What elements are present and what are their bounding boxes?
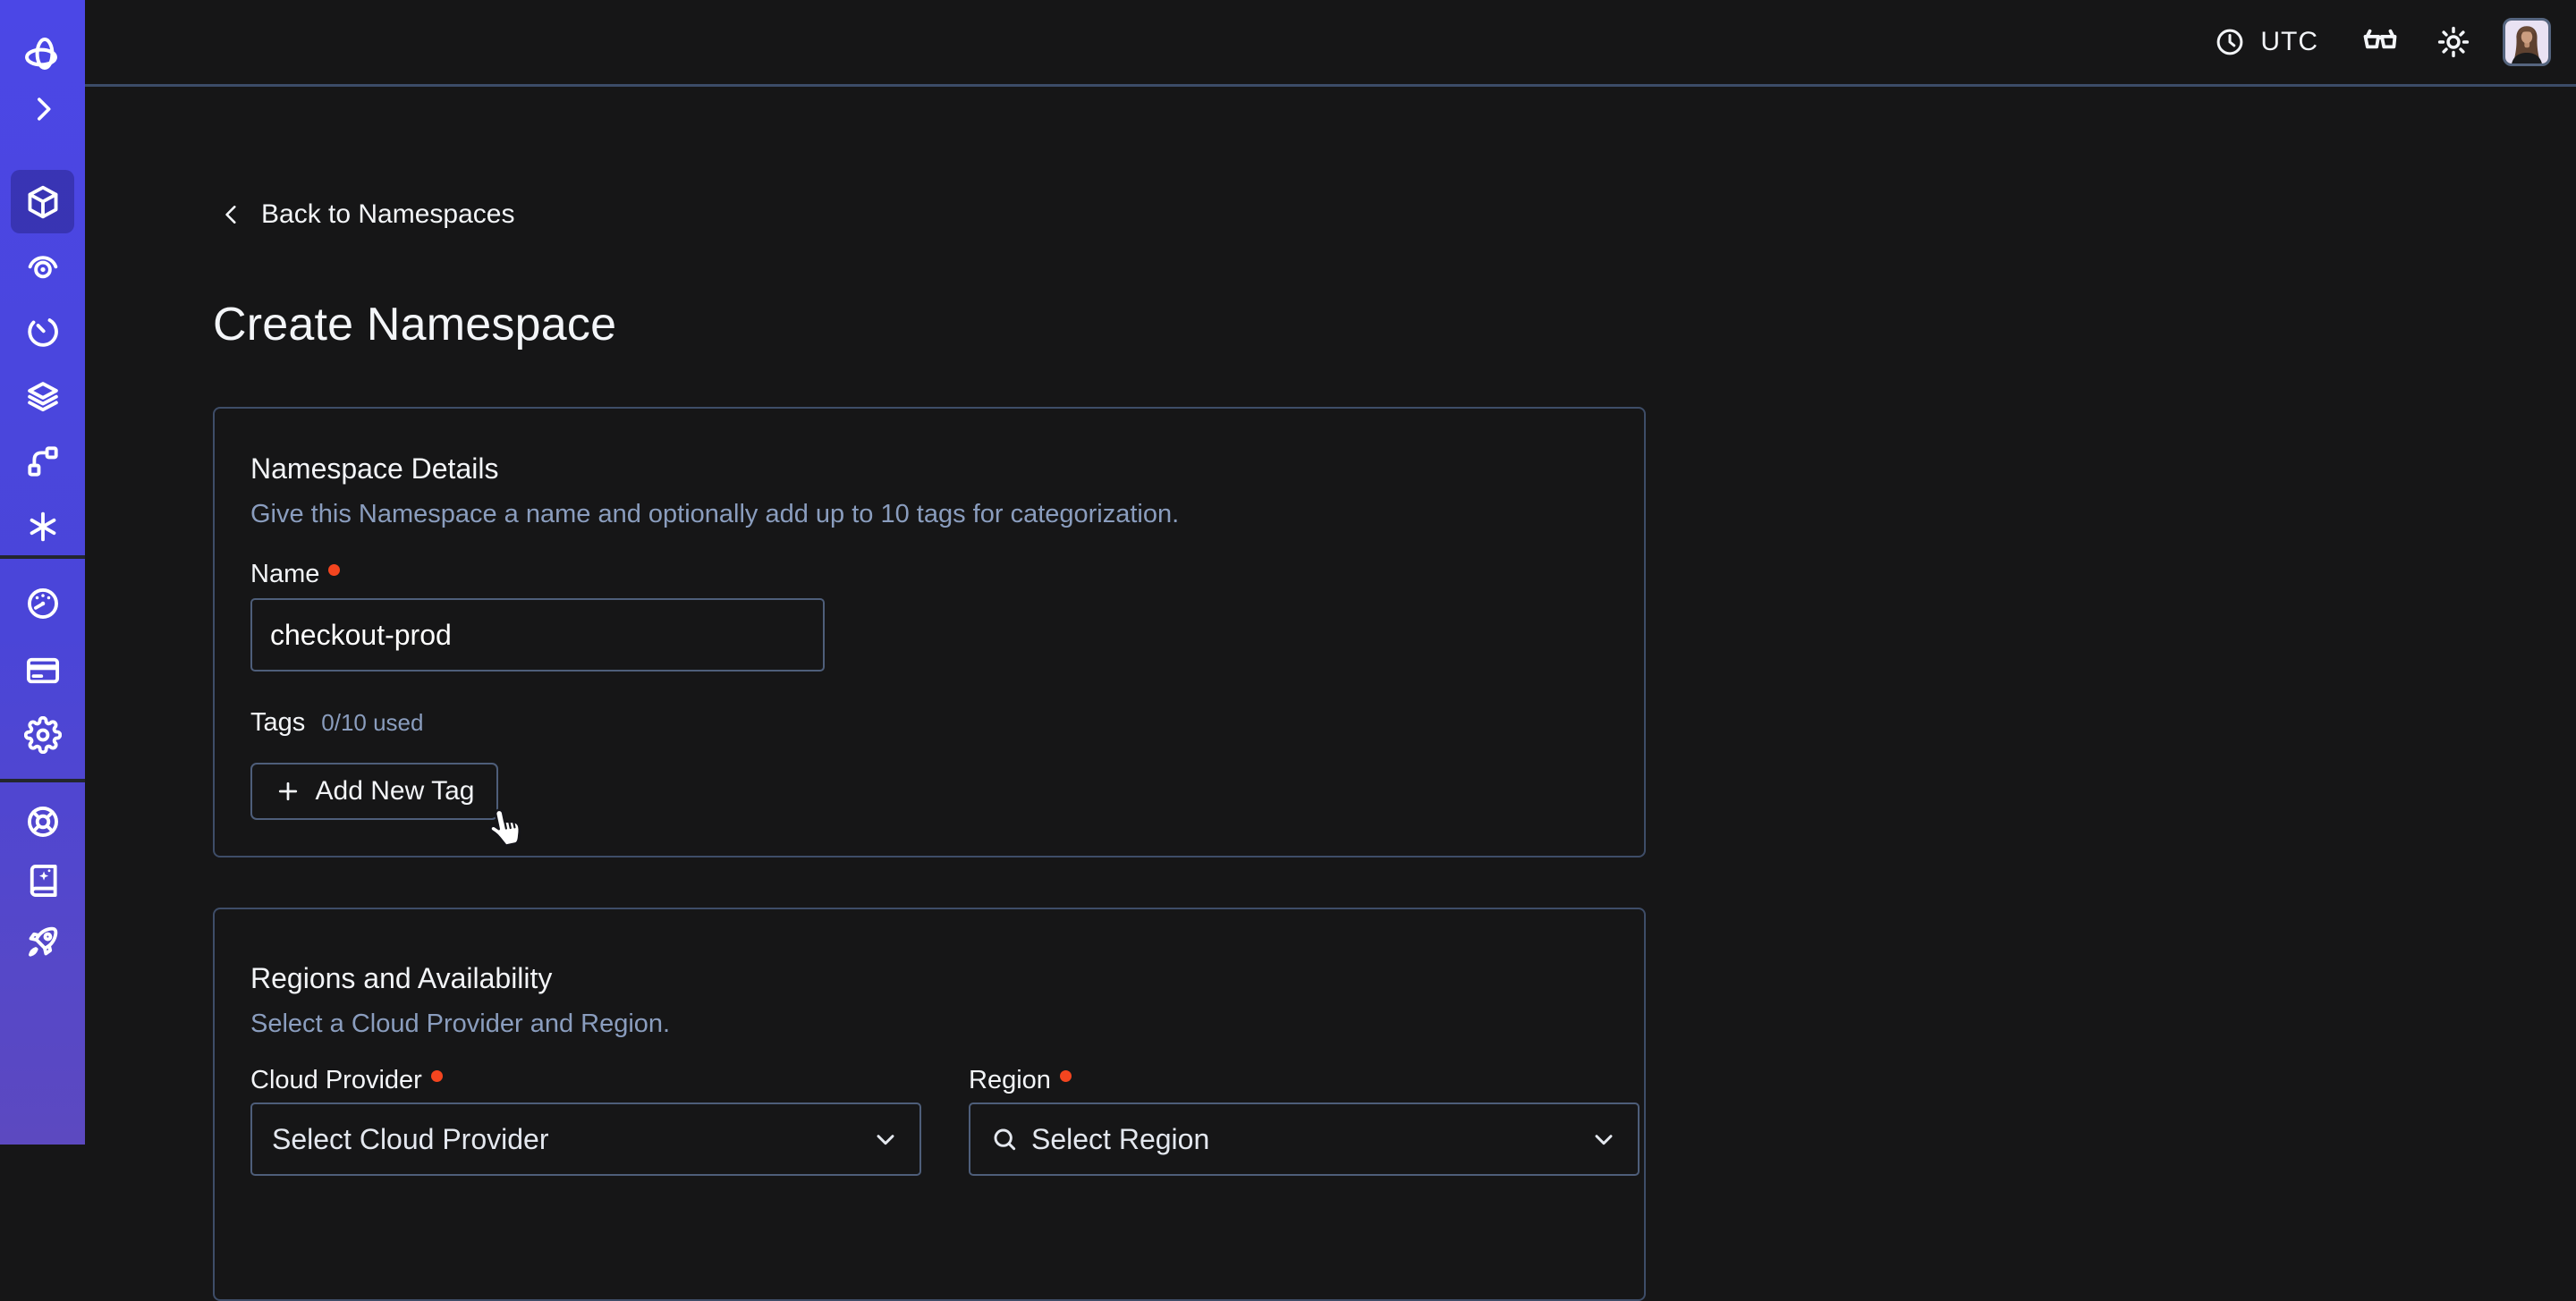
search-icon xyxy=(990,1125,1019,1153)
sidebar-item-namespaces[interactable] xyxy=(11,170,74,233)
rocket-icon xyxy=(24,923,62,960)
provider-region-row: Cloud Provider Select Cloud Provider Reg… xyxy=(250,1065,1608,1176)
cloud-provider-label: Cloud Provider xyxy=(250,1065,921,1095)
sidebar-expand-button[interactable] xyxy=(11,77,74,140)
timezone-selector[interactable]: UTC xyxy=(2214,26,2318,58)
sidebar-item-billing[interactable] xyxy=(11,638,74,702)
topbar: UTC xyxy=(85,0,2576,87)
back-to-namespaces-link[interactable]: Back to Namespaces xyxy=(220,199,514,231)
sidebar xyxy=(0,0,85,1145)
sidebar-item-deployments[interactable] xyxy=(11,365,74,428)
sidebar-item-support[interactable] xyxy=(11,790,74,853)
chevron-down-icon xyxy=(1589,1125,1618,1153)
sidebar-item-schedules[interactable] xyxy=(11,300,74,363)
region-label-text: Region xyxy=(969,1065,1051,1095)
user-avatar[interactable] xyxy=(2503,18,2551,66)
avatar-image xyxy=(2505,21,2548,63)
timezone-label: UTC xyxy=(2260,27,2318,57)
lifebuoy-icon xyxy=(24,803,62,841)
region-field: Region Select Region xyxy=(969,1065,1640,1176)
cube-icon xyxy=(24,183,62,221)
page-title: Create Namespace xyxy=(213,298,616,351)
sidebar-item-workflows[interactable] xyxy=(11,235,74,299)
namespace-name-input[interactable] xyxy=(250,598,825,672)
sidebar-item-settings[interactable] xyxy=(11,703,74,766)
tags-label-text: Tags xyxy=(250,707,305,738)
iris-icon xyxy=(24,249,62,286)
temporal-logo-icon xyxy=(21,34,64,77)
region-label: Region xyxy=(969,1065,1640,1095)
sidebar-divider xyxy=(0,779,85,782)
cloud-provider-placeholder: Select Cloud Provider xyxy=(272,1123,859,1156)
credit-card-icon xyxy=(24,652,62,689)
required-dot xyxy=(328,564,340,576)
chevron-down-icon xyxy=(871,1125,900,1153)
cloud-provider-field: Cloud Provider Select Cloud Provider xyxy=(250,1065,921,1176)
light-theme-icon[interactable] xyxy=(2435,23,2472,61)
region-placeholder: Select Region xyxy=(1031,1123,1577,1156)
name-field-label: Name xyxy=(250,559,1608,589)
asterisk-icon xyxy=(24,508,62,545)
name-label-text: Name xyxy=(250,559,319,589)
glasses-icon[interactable] xyxy=(2360,21,2401,63)
cloud-provider-select[interactable]: Select Cloud Provider xyxy=(250,1102,921,1176)
card-title: Regions and Availability xyxy=(250,961,1608,995)
chevron-right-icon xyxy=(25,91,61,127)
required-dot xyxy=(431,1070,443,1082)
book-sparkles-icon xyxy=(24,862,62,900)
sidebar-item-getting-started[interactable] xyxy=(11,909,74,973)
add-tag-label: Add New Tag xyxy=(316,776,475,807)
plus-icon xyxy=(275,778,301,805)
regions-availability-card: Regions and Availability Select a Cloud … xyxy=(213,908,1646,1301)
cloud-provider-label-text: Cloud Provider xyxy=(250,1065,422,1095)
sidebar-divider xyxy=(0,555,85,559)
gear-icon xyxy=(24,716,62,754)
gauge-icon xyxy=(24,585,62,622)
back-link-label: Back to Namespaces xyxy=(261,199,514,230)
tags-field-label: Tags 0/10 used xyxy=(250,707,1608,738)
sidebar-item-docs[interactable] xyxy=(11,849,74,912)
add-new-tag-button[interactable]: Add New Tag xyxy=(250,763,498,820)
required-dot xyxy=(1060,1070,1072,1082)
clock-icon xyxy=(2214,26,2246,58)
card-subtitle: Select a Cloud Provider and Region. xyxy=(250,1008,1608,1040)
region-select[interactable]: Select Region xyxy=(969,1102,1640,1176)
sidebar-item-batch-operations[interactable] xyxy=(11,429,74,493)
sidebar-item-usage[interactable] xyxy=(11,571,74,635)
tags-usage-count: 0/10 used xyxy=(321,709,423,737)
card-subtitle: Give this Namespace a name and optionall… xyxy=(250,498,1608,530)
layers-icon xyxy=(24,378,62,416)
namespace-details-card: Namespace Details Give this Namespace a … xyxy=(213,407,1646,857)
branch-icon xyxy=(24,443,62,480)
card-title: Namespace Details xyxy=(250,452,1608,486)
chevron-left-icon xyxy=(220,199,243,231)
countdown-timer-icon xyxy=(24,313,62,351)
sidebar-item-nexus[interactable] xyxy=(11,494,74,558)
